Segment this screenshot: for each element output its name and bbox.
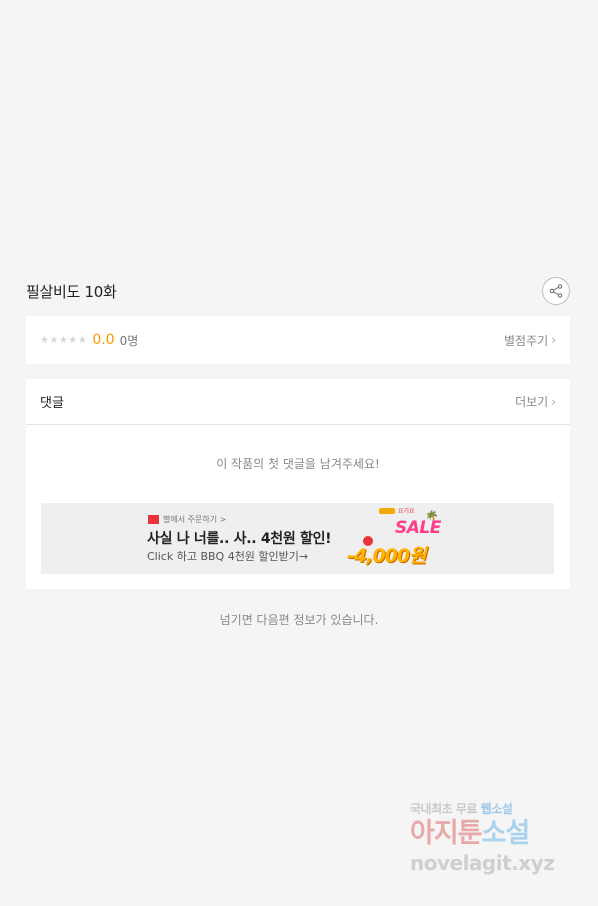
chevron-right-icon: › bbox=[551, 394, 556, 409]
ad-banner[interactable]: 별에서 주문하기 > 사실 나 너를.. 사.. 4천원 할인! Click 하… bbox=[41, 503, 554, 574]
chevron-right-icon: › bbox=[551, 333, 556, 347]
ad-logo-text: 요기요 bbox=[398, 508, 415, 515]
watermark-line2: 아지툰소설 bbox=[410, 817, 580, 851]
ad-partner-logos: 요기요 bbox=[379, 506, 415, 515]
ad-brand-row: 별에서 주문하기 > bbox=[148, 514, 226, 525]
rating-summary: ★★★★★ 0.0 0명 bbox=[40, 332, 138, 349]
brand-logo-icon bbox=[148, 515, 159, 524]
rating-count: 0명 bbox=[119, 333, 139, 348]
rating-card: ★★★★★ 0.0 0명 별점주기 › bbox=[26, 316, 570, 364]
watermark-line1: 국내최초 무료 웹소설 bbox=[410, 800, 580, 817]
comments-more-button[interactable]: 더보기 › bbox=[515, 393, 556, 410]
episode-title: 필살비도 10화 bbox=[26, 282, 117, 301]
chicken-icon bbox=[363, 536, 373, 546]
ad-brand: 별에서 주문하기 > bbox=[163, 515, 227, 524]
ad-subtext: Click 하고 BBQ 4천원 할인받기→ bbox=[147, 550, 309, 563]
rate-button-label: 별점주기 bbox=[504, 333, 549, 348]
watermark-line2b: 소설 bbox=[481, 818, 531, 849]
comments-card: 댓글 더보기 › 이 작품의 첫 댓글을 남겨주세요! 별에서 주문하기 > 사… bbox=[26, 379, 570, 589]
ad-discount-text: -4,000원 bbox=[347, 545, 426, 567]
episode-title-row: 필살비도 10화 bbox=[26, 276, 570, 306]
share-button[interactable] bbox=[542, 277, 570, 305]
ad-sale-text: SALE bbox=[395, 518, 441, 538]
watermark-line3: novelagit.xyz bbox=[410, 851, 555, 875]
watermark-line1b: 웹소설 bbox=[480, 802, 513, 816]
rate-button[interactable]: 별점주기 › bbox=[504, 332, 556, 349]
watermark: 국내최초 무료 웹소설 아지툰소설 novelagit.xyz bbox=[410, 800, 580, 888]
star-icon: ★★★★★ bbox=[40, 334, 88, 346]
watermark-line2a: 아지툰 bbox=[410, 818, 483, 849]
bbq-logo-icon bbox=[379, 507, 395, 514]
comments-more-label: 더보기 bbox=[515, 395, 549, 409]
comments-empty-message: 이 작품의 첫 댓글을 남겨주세요! bbox=[216, 457, 380, 471]
ad-headline: 사실 나 너를.. 사.. 4천원 할인! bbox=[147, 531, 332, 547]
comments-header: 댓글 더보기 › bbox=[26, 379, 570, 425]
share-icon bbox=[549, 284, 563, 298]
comments-title: 댓글 bbox=[40, 396, 64, 411]
rating-score: 0.0 bbox=[92, 332, 115, 348]
watermark-line1a: 국내최초 무료 bbox=[410, 802, 481, 816]
next-episode-info: 넘기면 다음편 정보가 있습니다. bbox=[219, 613, 379, 627]
